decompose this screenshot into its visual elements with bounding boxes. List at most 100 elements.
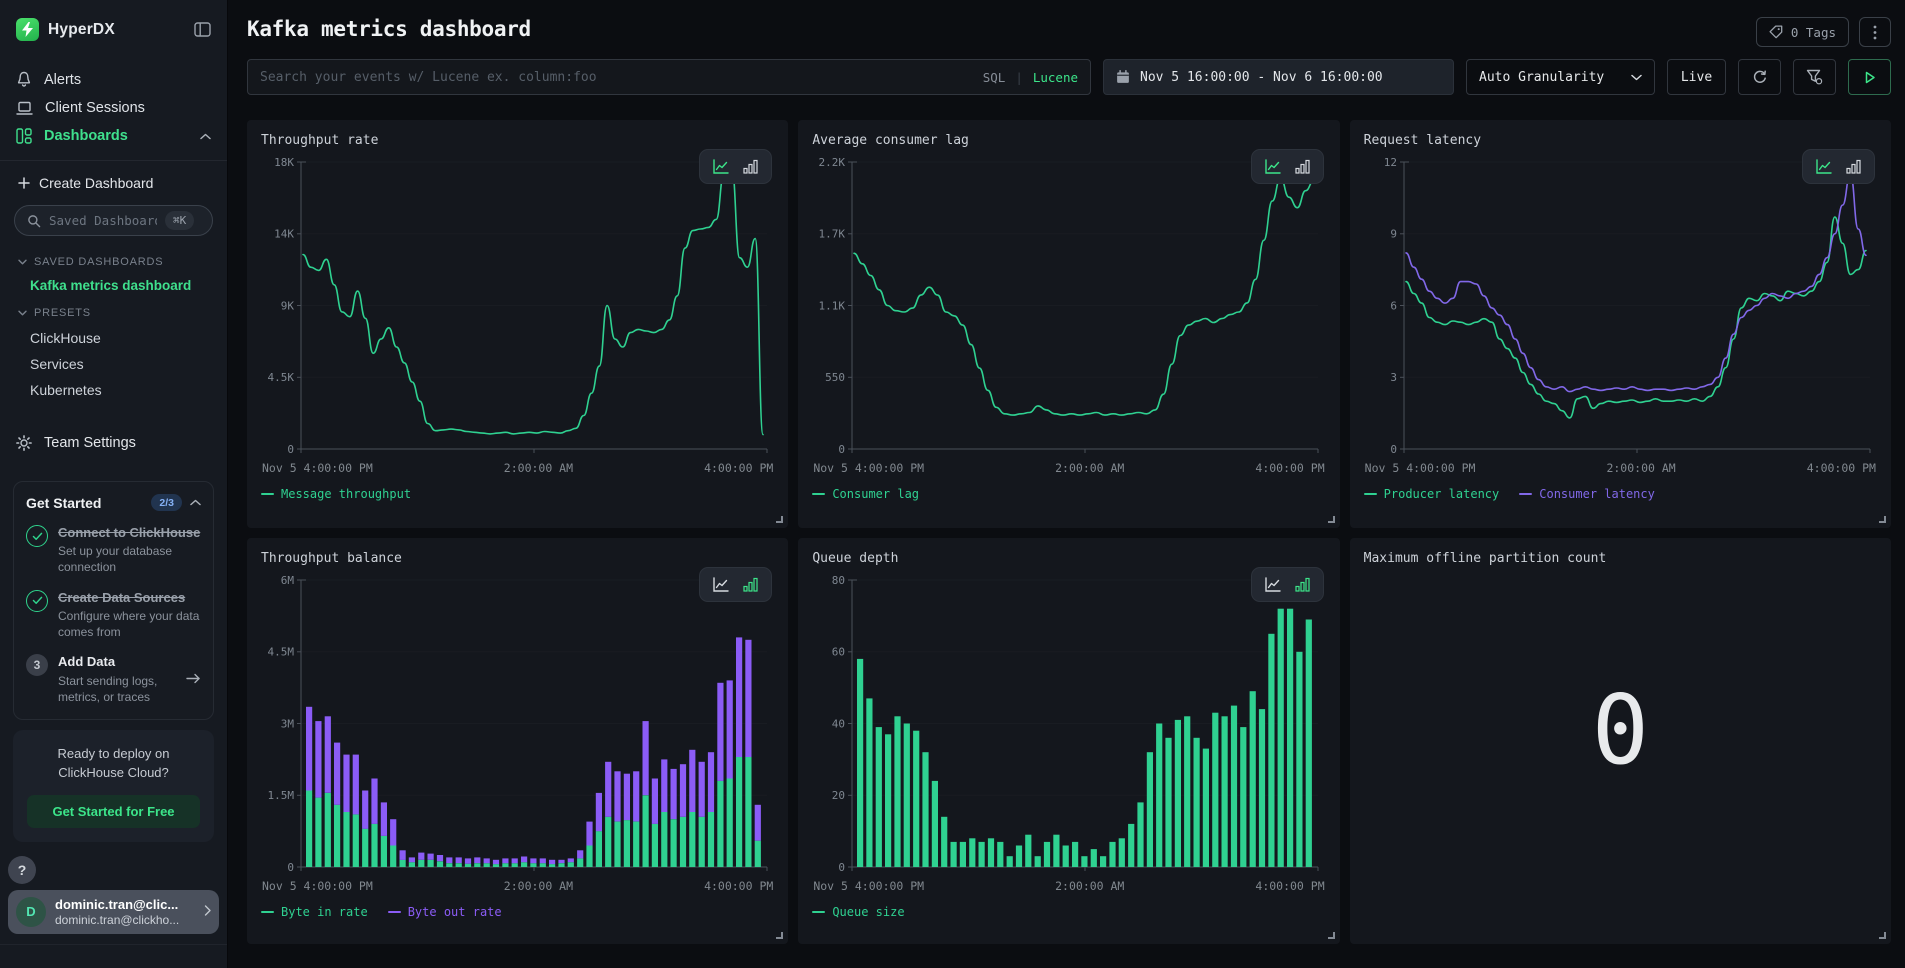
x-axis-label: Nov 5 4:00:00 PM bbox=[262, 879, 373, 893]
avatar: D bbox=[16, 897, 46, 927]
main-content: Kafka metrics dashboard 0 Tags SQL | Luc… bbox=[228, 0, 1905, 968]
line-chart-icon[interactable] bbox=[713, 577, 729, 592]
chart-title: Throughput rate bbox=[261, 133, 774, 148]
x-axis-label: 4:00:00 PM bbox=[1255, 461, 1324, 475]
bar-chart-icon[interactable] bbox=[1846, 159, 1861, 174]
sidebar: HyperDX Alerts Client Sessions Dashboard… bbox=[0, 0, 228, 968]
svg-text:14K: 14K bbox=[274, 228, 294, 241]
bar-chart-icon[interactable] bbox=[1295, 577, 1310, 592]
user-menu[interactable]: D dominic.tran@clic... dominic.tran@clic… bbox=[8, 890, 219, 934]
svg-text:40: 40 bbox=[832, 717, 845, 730]
sidebar-item-client-sessions[interactable]: Client Sessions bbox=[0, 94, 227, 122]
chart-panel-queue-depth[interactable]: Queue depth 020406080 Nov 5 4:00:00 PM2:… bbox=[798, 538, 1339, 944]
x-axis-label: 2:00:00 AM bbox=[504, 461, 573, 475]
line-chart-icon[interactable] bbox=[1816, 159, 1832, 174]
panel-resize-handle[interactable] bbox=[776, 932, 783, 939]
get-started-step-add-data[interactable]: 3 Add Data Start sending logs, metrics, … bbox=[26, 654, 201, 705]
legend-item[interactable]: Message throughput bbox=[261, 487, 411, 501]
saved-dashboards-search-input[interactable] bbox=[49, 213, 157, 228]
bar-chart-icon[interactable] bbox=[743, 577, 758, 592]
panel-resize-handle[interactable] bbox=[776, 516, 783, 523]
chart-plot-area[interactable]: 036912 bbox=[1364, 156, 1877, 461]
chart-plot-area[interactable]: 020406080 bbox=[812, 574, 1325, 879]
chart-title: Request latency bbox=[1364, 133, 1877, 148]
sidebar-item-kafka-dashboard[interactable]: Kafka metrics dashboard bbox=[14, 274, 213, 299]
x-axis-label: 2:00:00 AM bbox=[1606, 461, 1675, 475]
legend-item[interactable]: Consumer lag bbox=[812, 487, 919, 501]
sidebar-header: HyperDX bbox=[0, 0, 227, 51]
preset-item-kubernetes[interactable]: Kubernetes bbox=[14, 377, 213, 403]
legend-item[interactable]: Queue size bbox=[812, 905, 904, 919]
panel-collapse-icon bbox=[194, 22, 211, 37]
refresh-button[interactable] bbox=[1738, 59, 1781, 95]
sidebar-nav: Alerts Client Sessions Dashboards bbox=[0, 51, 227, 150]
chart-legend: Queue size bbox=[812, 905, 1325, 919]
preset-item-clickhouse[interactable]: ClickHouse bbox=[14, 325, 213, 351]
get-started-free-button[interactable]: Get Started for Free bbox=[27, 795, 200, 828]
chart-panel-offline-partitions[interactable]: Maximum offline partition count 0 bbox=[1350, 538, 1891, 944]
sql-toggle[interactable]: SQL bbox=[983, 70, 1006, 85]
x-axis-label: 4:00:00 PM bbox=[704, 461, 773, 475]
sidebar-item-team-settings[interactable]: Team Settings bbox=[0, 429, 227, 457]
sidebar-item-dashboards[interactable]: Dashboards bbox=[0, 122, 227, 150]
legend-item[interactable]: Producer latency bbox=[1364, 487, 1500, 501]
step-title: Add Data bbox=[58, 654, 176, 670]
team-settings-label: Team Settings bbox=[44, 435, 136, 451]
legend-item[interactable]: Consumer latency bbox=[1519, 487, 1655, 501]
get-started-title: Get Started bbox=[26, 495, 143, 511]
run-query-button[interactable] bbox=[1848, 59, 1891, 95]
event-search-input[interactable] bbox=[260, 70, 973, 85]
chart-plot-area[interactable]: 04.5K9K14K18K bbox=[261, 156, 774, 461]
live-button[interactable]: Live bbox=[1667, 59, 1726, 95]
chevron-down-icon bbox=[18, 259, 27, 265]
svg-text:0: 0 bbox=[287, 861, 294, 874]
lucene-toggle[interactable]: Lucene bbox=[1033, 70, 1078, 85]
event-search[interactable]: SQL | Lucene bbox=[247, 59, 1091, 95]
chevron-up-icon[interactable] bbox=[190, 499, 201, 506]
sidebar-item-alerts[interactable]: Alerts bbox=[0, 65, 227, 94]
help-button[interactable]: ? bbox=[8, 856, 36, 884]
line-chart-icon[interactable] bbox=[1265, 577, 1281, 592]
legend-item[interactable]: Byte in rate bbox=[261, 905, 368, 919]
x-axis-label: 2:00:00 AM bbox=[504, 879, 573, 893]
get-started-step-connect[interactable]: Connect to ClickHouse Set up your databa… bbox=[26, 525, 201, 576]
x-axis-label: Nov 5 4:00:00 PM bbox=[1365, 461, 1476, 475]
bar-chart-icon[interactable] bbox=[743, 159, 758, 174]
panel-resize-handle[interactable] bbox=[1328, 932, 1335, 939]
sidebar-collapse-button[interactable] bbox=[194, 22, 211, 37]
filter-button[interactable] bbox=[1793, 59, 1836, 95]
dashboard-menu-button[interactable] bbox=[1859, 17, 1891, 47]
sidebar-item-label: Alerts bbox=[44, 72, 81, 88]
chart-panel-consumer-lag[interactable]: Average consumer lag 05501.1K1.7K2.2K No… bbox=[798, 120, 1339, 528]
saved-dashboards-search[interactable]: ⌘K bbox=[14, 205, 213, 236]
chart-plot-area[interactable]: 05501.1K1.7K2.2K bbox=[812, 156, 1325, 461]
saved-dashboards-section-header[interactable]: SAVED DASHBOARDS bbox=[14, 248, 213, 274]
filter-icon bbox=[1806, 69, 1823, 85]
svg-text:80: 80 bbox=[832, 574, 845, 587]
svg-text:9K: 9K bbox=[281, 299, 295, 312]
date-range-picker[interactable]: Nov 5 16:00:00 - Nov 6 16:00:00 bbox=[1103, 59, 1454, 95]
svg-text:4.5K: 4.5K bbox=[268, 371, 295, 384]
chart-panel-throughput-rate[interactable]: Throughput rate 04.5K9K14K18K Nov 5 4:00… bbox=[247, 120, 788, 528]
line-chart-icon[interactable] bbox=[1265, 159, 1281, 174]
legend-item[interactable]: Byte out rate bbox=[388, 905, 502, 919]
tags-button[interactable]: 0 Tags bbox=[1756, 17, 1849, 47]
language-divider: | bbox=[1015, 70, 1023, 85]
dashboard-grid: Throughput rate 04.5K9K14K18K Nov 5 4:00… bbox=[247, 120, 1891, 944]
panel-resize-handle[interactable] bbox=[1879, 932, 1886, 939]
granularity-select[interactable]: Auto Granularity bbox=[1466, 59, 1655, 95]
preset-item-services[interactable]: Services bbox=[14, 351, 213, 377]
create-dashboard-button[interactable]: Create Dashboard bbox=[14, 169, 213, 201]
keyboard-shortcut-badge: ⌘K bbox=[165, 211, 194, 230]
line-chart-icon[interactable] bbox=[713, 159, 729, 174]
svg-text:3M: 3M bbox=[281, 717, 295, 730]
bar-chart-icon[interactable] bbox=[1295, 159, 1310, 174]
get-started-step-sources[interactable]: Create Data Sources Configure where your… bbox=[26, 590, 201, 641]
presets-section-header[interactable]: PRESETS bbox=[14, 299, 213, 325]
panel-resize-handle[interactable] bbox=[1328, 516, 1335, 523]
svg-text:0: 0 bbox=[839, 861, 846, 874]
chart-panel-request-latency[interactable]: Request latency 036912 Nov 5 4:00:00 PM 2… bbox=[1350, 120, 1891, 528]
chart-panel-throughput-balance[interactable]: Throughput balance 01.5M3M4.5M6M Nov 5 4… bbox=[247, 538, 788, 944]
panel-resize-handle[interactable] bbox=[1879, 516, 1886, 523]
chart-plot-area[interactable]: 01.5M3M4.5M6M bbox=[261, 574, 774, 879]
